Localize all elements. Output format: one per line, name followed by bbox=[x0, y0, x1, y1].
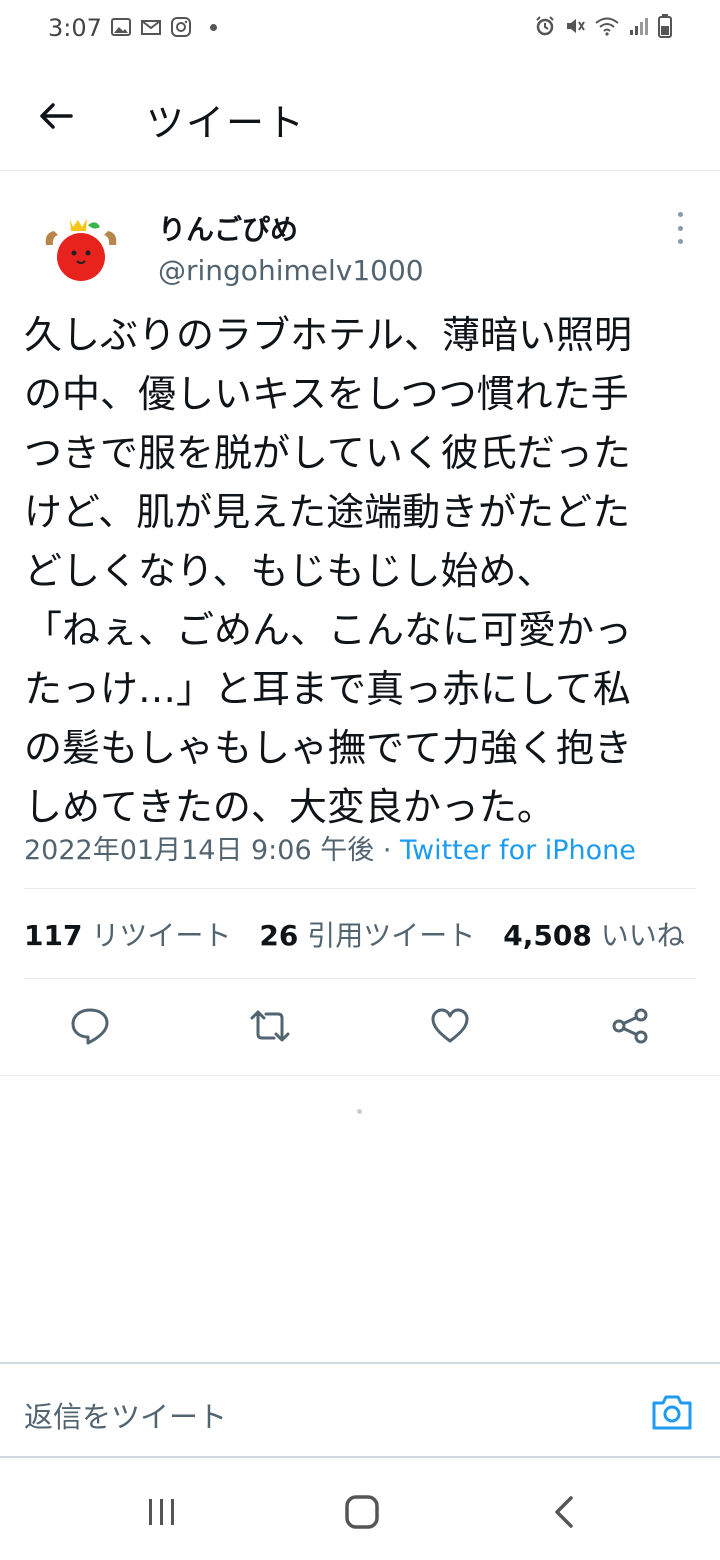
chevron-left-icon bbox=[555, 1496, 573, 1528]
likes-label: いいね bbox=[600, 919, 685, 952]
camera-icon bbox=[652, 1395, 692, 1430]
more-dot bbox=[677, 239, 683, 244]
wifi-icon bbox=[595, 17, 619, 36]
alarm-icon bbox=[536, 16, 554, 36]
home-button[interactable] bbox=[344, 1494, 380, 1530]
quotes-count: 26 bbox=[259, 919, 299, 952]
divider bbox=[24, 978, 696, 979]
quotes-label: 引用ツイート bbox=[307, 919, 476, 952]
reply-composer: 返信をツイート bbox=[0, 1362, 720, 1458]
status-notification-icons bbox=[110, 16, 217, 38]
user-handle[interactable]: @ringohimelv1000 bbox=[158, 254, 424, 287]
more-options-button[interactable] bbox=[668, 212, 692, 244]
camera-button[interactable] bbox=[650, 1392, 694, 1432]
page-title: ツイート bbox=[146, 101, 307, 145]
like-button[interactable] bbox=[428, 1004, 472, 1048]
share-button[interactable] bbox=[608, 1004, 652, 1048]
retweets-stat[interactable]: 117 リツイート bbox=[24, 914, 231, 954]
meta-separator: · bbox=[374, 835, 400, 866]
status-time: 3:07 bbox=[48, 14, 102, 42]
reply-button[interactable] bbox=[68, 1004, 112, 1048]
likes-count: 4,508 bbox=[503, 919, 592, 952]
app-header: ツイート bbox=[0, 60, 720, 171]
likes-stat[interactable]: 4,508 いいね bbox=[503, 914, 685, 954]
battery-icon bbox=[658, 14, 672, 38]
image-icon bbox=[111, 18, 131, 36]
apple-avatar-icon bbox=[45, 219, 117, 281]
tweet-stats: 117 リツイート 26 引用ツイート 4,508 いいね bbox=[24, 914, 713, 954]
share-icon bbox=[612, 1008, 648, 1044]
heart-icon bbox=[431, 1008, 469, 1043]
loading-indicator bbox=[357, 1109, 362, 1114]
tweet-meta: 2022年01月14日 9:06 午後 · Twitter for iPhone bbox=[24, 828, 636, 867]
signal-icon bbox=[630, 18, 648, 35]
divider bbox=[0, 1075, 720, 1076]
recent-apps-icon bbox=[149, 1499, 174, 1525]
more-dot bbox=[677, 225, 683, 231]
system-back-button[interactable] bbox=[552, 1494, 576, 1530]
retweets-label: リツイート bbox=[91, 919, 232, 952]
retweet-icon bbox=[250, 1010, 290, 1042]
tweet-text: 久しぶりのラブホテル、薄暗い照明 の中、優しいキスをしつつ慣れた手 つきで服を脱… bbox=[24, 313, 633, 829]
gmail-icon bbox=[141, 20, 161, 35]
back-button[interactable] bbox=[30, 90, 82, 142]
more-dot bbox=[677, 212, 683, 217]
avatar[interactable] bbox=[40, 205, 122, 287]
tweet-source-link[interactable]: Twitter for iPhone bbox=[400, 835, 636, 866]
status-system-icons bbox=[534, 14, 672, 38]
divider bbox=[24, 888, 696, 889]
more-notifications-dot bbox=[210, 23, 217, 31]
status-bar: 3:07 bbox=[0, 0, 720, 60]
mute-icon bbox=[567, 19, 585, 33]
arrow-left-icon bbox=[40, 103, 73, 129]
quotes-stat[interactable]: 26 引用ツイート bbox=[259, 914, 475, 954]
instagram-icon bbox=[171, 17, 191, 37]
tweet-timestamp[interactable]: 2022年01月14日 9:06 午後 bbox=[24, 835, 374, 866]
display-name[interactable]: りんごぴめ bbox=[158, 208, 298, 248]
recent-apps-button[interactable] bbox=[146, 1496, 178, 1528]
home-icon bbox=[345, 1495, 379, 1529]
reply-input[interactable]: 返信をツイート bbox=[24, 1394, 227, 1436]
retweets-count: 117 bbox=[24, 919, 83, 952]
retweet-button[interactable] bbox=[248, 1004, 292, 1048]
comment-icon bbox=[71, 1008, 109, 1045]
